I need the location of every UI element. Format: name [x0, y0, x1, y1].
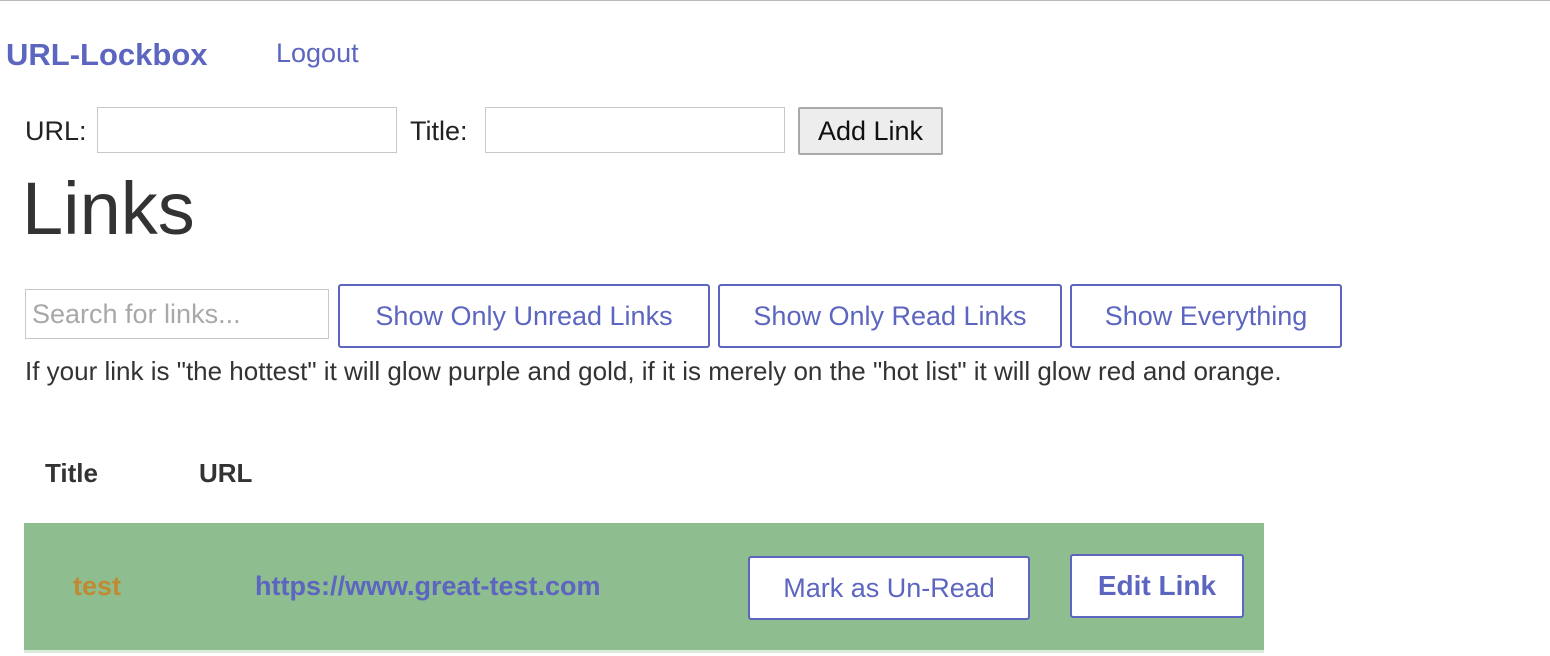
brand-link[interactable]: URL-Lockbox	[6, 37, 208, 73]
title-input[interactable]	[485, 107, 785, 153]
show-unread-button[interactable]: Show Only Unread Links	[338, 284, 710, 348]
edit-link-button[interactable]: Edit Link	[1070, 554, 1244, 618]
logout-link[interactable]: Logout	[276, 38, 359, 69]
search-input[interactable]	[25, 289, 329, 339]
url-input[interactable]	[97, 107, 397, 153]
column-header-url: URL	[199, 458, 253, 488]
navbar: URL-Lockbox Logout	[0, 30, 800, 80]
hot-link-hint: If your link is "the hottest" it will gl…	[25, 356, 1282, 386]
mark-unread-button[interactable]: Mark as Un-Read	[748, 556, 1030, 620]
title-label: Title:	[410, 116, 468, 146]
add-link-form: URL: Title: Add Link	[25, 106, 985, 158]
link-title[interactable]: test	[73, 571, 121, 602]
top-border	[0, 0, 1550, 1]
url-label: URL:	[25, 116, 87, 146]
row-divider	[24, 650, 1264, 653]
filter-bar: Show Only Unread Links Show Only Read Li…	[25, 284, 1425, 348]
add-link-button[interactable]: Add Link	[798, 107, 943, 155]
page-title: Links	[22, 167, 195, 250]
show-everything-button[interactable]: Show Everything	[1070, 284, 1342, 348]
table-row: test https://www.great-test.com Mark as …	[24, 523, 1264, 653]
link-url[interactable]: https://www.great-test.com	[255, 571, 601, 602]
show-read-button[interactable]: Show Only Read Links	[718, 284, 1062, 348]
column-header-title: Title	[45, 458, 98, 488]
